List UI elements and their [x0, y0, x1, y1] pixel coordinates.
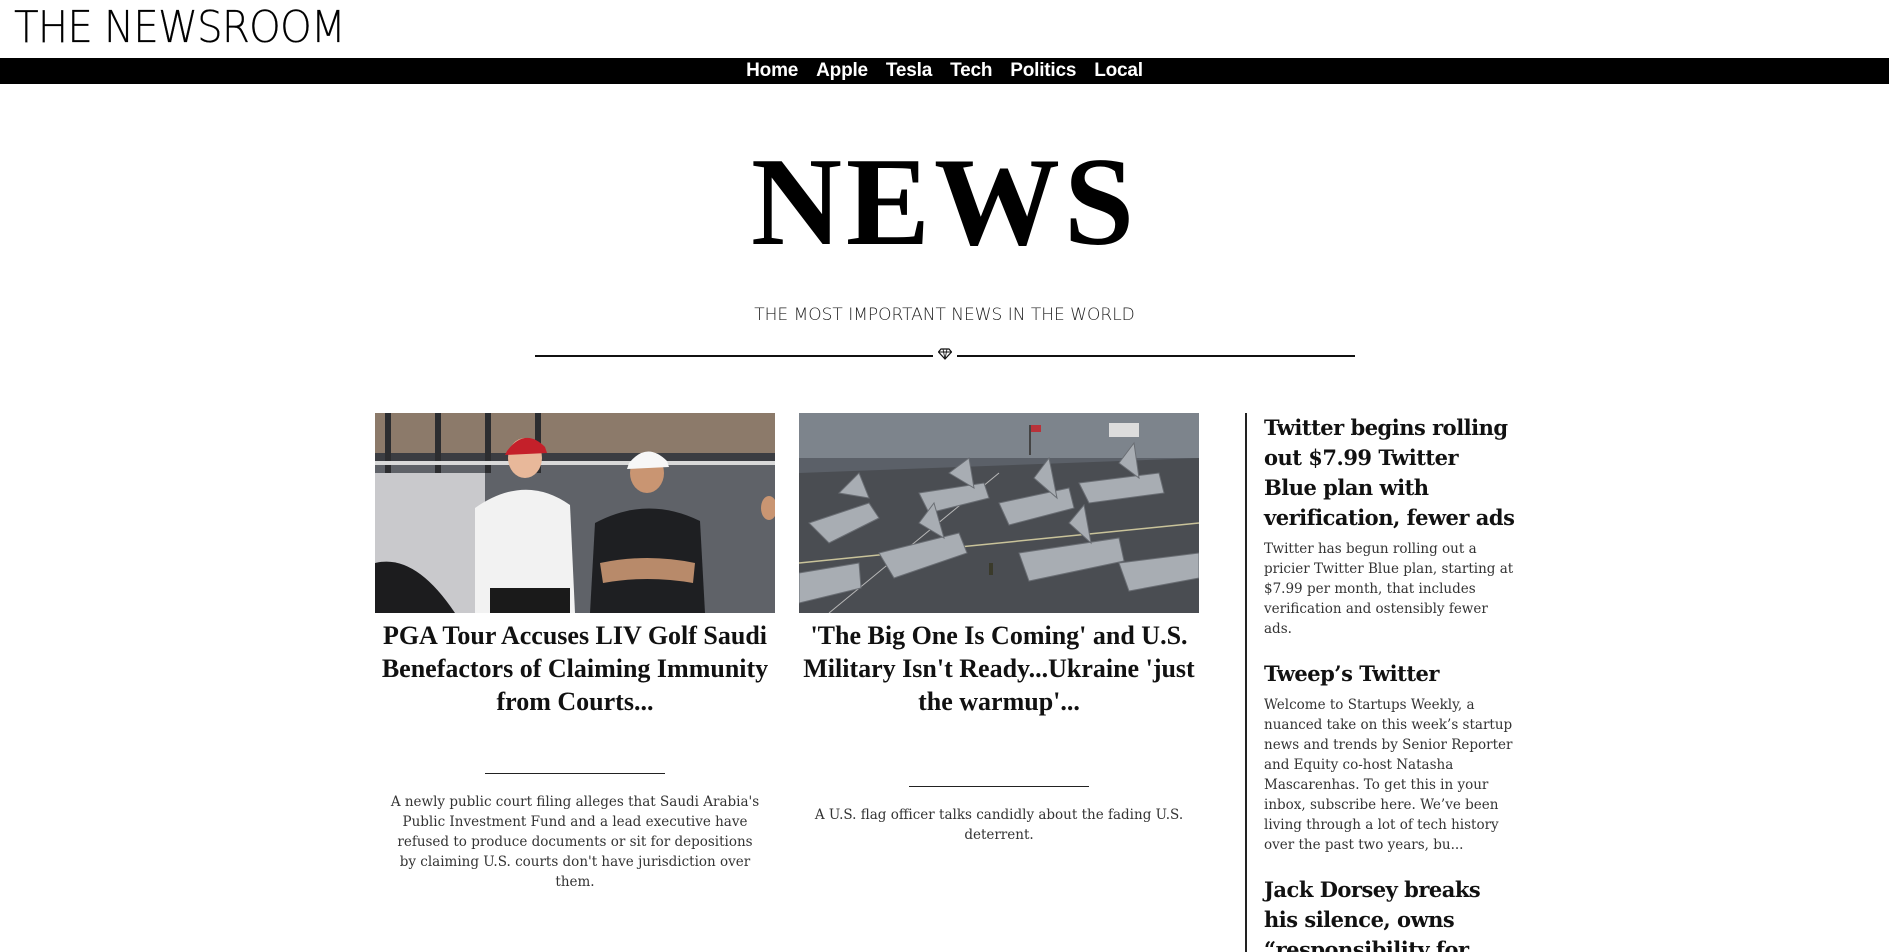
divider-line-left — [535, 355, 933, 357]
main-nav: Home Apple Tesla Tech Politics Local — [0, 58, 1889, 84]
site-logo[interactable]: THE NEWSROOM — [14, 2, 346, 53]
sidebar-article-title[interactable]: Tweep’s Twitter — [1264, 659, 1517, 689]
article-image-carrier[interactable] — [799, 413, 1199, 613]
nav-home[interactable]: Home — [746, 60, 798, 82]
sidebar-article: Tweep’s Twitter Welcome to Startups Week… — [1247, 659, 1525, 855]
divider-line-right — [957, 355, 1355, 357]
section-divider — [535, 348, 1355, 360]
sidebar-article-description: Twitter has begun rolling out a pricier … — [1264, 541, 1514, 637]
featured-article: PGA Tour Accuses LIV Golf Saudi Benefact… — [375, 413, 775, 892]
article-description: A U.S. flag officer talks candidly about… — [814, 807, 1184, 843]
article-divider — [485, 773, 665, 774]
sidebar-article: Twitter begins rolling out $7.99 Twitter… — [1247, 413, 1525, 639]
article-image-golf[interactable] — [375, 413, 775, 613]
nav-apple[interactable]: Apple — [816, 60, 868, 82]
nav-tech[interactable]: Tech — [950, 60, 992, 82]
tagline: THE MOST IMPORTANT NEWS IN THE WORLD — [754, 305, 1135, 325]
article-title[interactable]: PGA Tour Accuses LIV Golf Saudi Benefact… — [375, 619, 775, 718]
nav-local[interactable]: Local — [1094, 60, 1143, 82]
nav-tesla[interactable]: Tesla — [886, 60, 932, 82]
article-title[interactable]: 'The Big One Is Coming' and U.S. Militar… — [799, 619, 1199, 718]
article-description: A newly public court filing alleges that… — [390, 794, 760, 890]
page-title: NEWS — [750, 133, 1139, 272]
nav-politics[interactable]: Politics — [1010, 60, 1076, 82]
article-divider — [909, 786, 1089, 787]
featured-article: 'The Big One Is Coming' and U.S. Militar… — [799, 413, 1199, 845]
sidebar-news: Twitter begins rolling out $7.99 Twitter… — [1245, 413, 1525, 952]
sidebar-article-title[interactable]: Jack Dorsey breaks his silence, owns “re… — [1264, 875, 1517, 952]
sidebar-article-title[interactable]: Twitter begins rolling out $7.99 Twitter… — [1264, 413, 1517, 533]
diamond-icon — [937, 348, 953, 362]
sidebar-article-description: Welcome to Startups Weekly, a nuanced ta… — [1264, 697, 1513, 853]
sidebar-article: Jack Dorsey breaks his silence, owns “re… — [1247, 875, 1525, 952]
